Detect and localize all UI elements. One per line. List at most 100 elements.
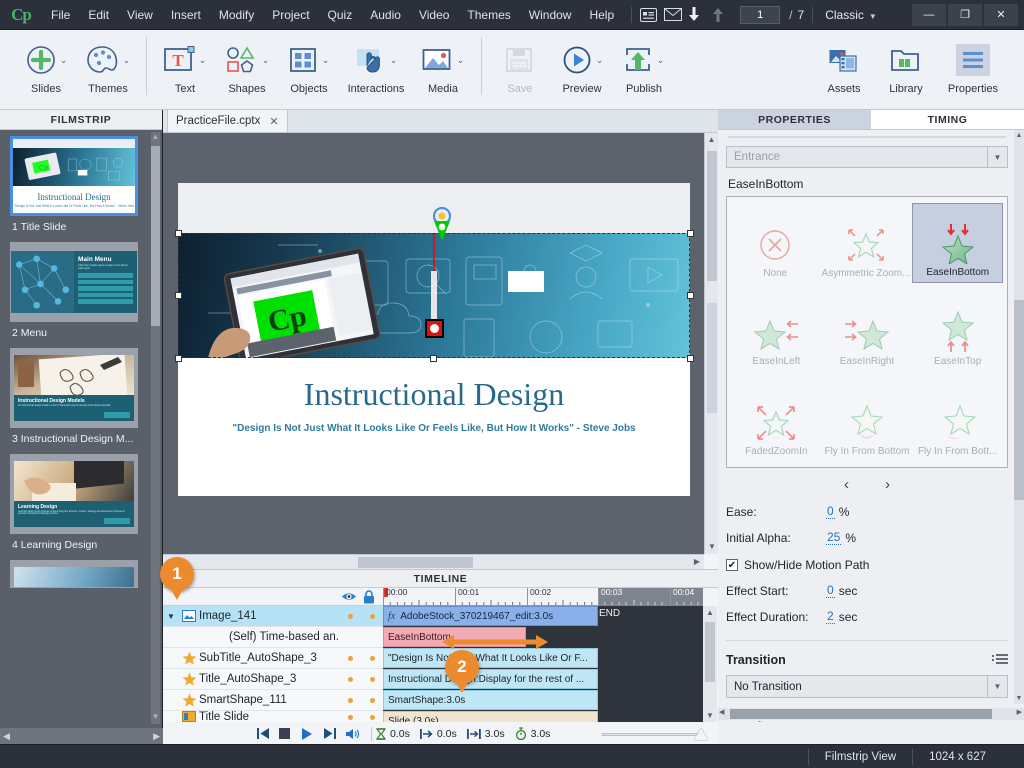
scrollbar-thumb[interactable] [358,557,473,568]
effect-none[interactable]: None [731,203,820,283]
effect-flyinfrombottom2[interactable]: Fly In From Bott... [912,381,1003,461]
stop-icon[interactable] [279,728,301,739]
field-value[interactable]: 0 [826,583,835,598]
close-icon[interactable]: ✕ [269,115,278,128]
menu-file[interactable]: File [42,0,79,30]
scroll-left-icon[interactable]: ◀ [719,708,724,716]
toolbar-preview[interactable]: ⌄ Preview [551,35,613,95]
effect-type-select[interactable]: Entrance ▼ [726,146,1008,168]
timeline-bar[interactable]: fx AdobeStock_370219467_edit:3.0s [383,606,598,626]
menu-insert[interactable]: Insert [162,0,210,30]
menu-themes[interactable]: Themes [458,0,519,30]
chevron-down-icon[interactable]: ⌄ [262,55,270,66]
chevron-down-icon[interactable]: ⌄ [457,55,465,66]
slide-text-block[interactable]: Instructional Design "Design Is Not Just… [178,358,690,496]
close-button[interactable]: ✕ [984,3,1018,26]
visibility-toggle[interactable] [339,673,361,685]
transition-select[interactable]: No Transition ▼ [726,675,1008,698]
selection-handle-tl[interactable] [175,230,182,237]
scroll-down-icon[interactable]: ▼ [705,540,719,554]
play-icon[interactable] [301,727,323,740]
slide-hero-image[interactable]: Cp [178,233,690,358]
toolbar-text[interactable]: T ⌄ Text [154,35,216,95]
menu-project[interactable]: Project [263,0,318,30]
timeline-bar[interactable]: Slide (3.0s) [383,711,598,722]
pager-prev-icon[interactable]: ‹ [844,476,849,493]
chevron-down-icon[interactable]: ⌄ [596,55,604,66]
timeline-tracks[interactable]: END fx AdobeStock_370219467_edit:3.0s Ea… [383,606,703,722]
lock-toggle[interactable] [361,652,383,664]
effect-flyinfrombottom[interactable]: Fly In From Bottom [822,381,913,461]
effect-easeinbottom[interactable]: EaseInBottom [912,203,1003,283]
filmstrip-list[interactable]: Cp Instructional Design "Design Is Not J… [4,130,152,726]
scroll-up-icon[interactable]: ▲ [703,606,717,619]
lock-toggle[interactable] [361,610,383,622]
scrollbar-thumb[interactable] [707,151,717,281]
slide-number-input[interactable]: 1 [740,5,781,24]
filmstrip-slide-1[interactable]: Cp Instructional Design "Design Is Not J… [10,136,138,233]
effect-easeinright[interactable]: EaseInRight [822,291,913,371]
scroll-up-icon[interactable]: ▲ [151,132,160,144]
eye-icon[interactable] [341,590,357,603]
effect-easeinleft[interactable]: EaseInLeft [731,291,822,371]
chevron-down-icon[interactable]: ▼ [987,676,1007,697]
slide-stage[interactable]: Cp Instructional Design "Design Is Not J… [163,133,704,554]
toolbar-shapes[interactable]: ⌄ Shapes [216,35,278,95]
filmstrip-slide-5[interactable] [10,560,138,588]
scrollbar-thumb[interactable] [1014,300,1024,500]
visibility-toggle[interactable] [339,652,361,664]
scroll-right-icon[interactable]: ▶ [1017,708,1022,716]
lock-toggle[interactable] [361,694,383,706]
timeline-bar[interactable]: Instructional Design:Display for the res… [383,669,598,689]
timeline-track-names[interactable]: ▼ Image_141 (Self) Time-based an... SubT… [163,606,383,723]
effect-easeintop[interactable]: EaseInTop [912,291,1003,371]
zoom-slider-knob[interactable] [694,727,708,740]
lock-toggle[interactable] [361,711,383,722]
menu-audio[interactable]: Audio [361,0,410,30]
selection-handle-bl[interactable] [175,355,182,362]
field-value[interactable]: 2 [826,609,835,624]
tab-properties[interactable]: PROPERTIES [718,110,871,130]
last-frame-icon[interactable] [323,728,345,739]
timeline-row-smartshape[interactable]: SmartShape_111 [163,690,383,711]
scroll-right-icon[interactable]: ▶ [153,731,160,742]
scroll-right-icon[interactable]: ▶ [690,555,704,570]
chevron-down-icon[interactable]: ⌄ [60,55,68,66]
selection-handle-tr[interactable] [687,230,694,237]
filmstrip-slide-4[interactable]: Learning Design Learning design is the p… [10,454,138,551]
toolbar-publish[interactable]: ⌄ Publish [613,35,675,95]
first-frame-icon[interactable] [257,728,279,739]
menu-view[interactable]: View [118,0,162,30]
properties-vertical-scrollbar[interactable]: ▲ ▼ [1014,130,1024,704]
lock-toggle[interactable] [361,673,383,685]
toolbar-library[interactable]: Library [875,35,937,95]
upload-arrow-icon[interactable] [712,7,736,22]
effect-fadedzoomin[interactable]: FadedZoomIn [731,381,822,461]
selection-handle-mr[interactable] [687,292,694,299]
document-tab[interactable]: PracticeFile.cptx ✕ [167,109,288,132]
visibility-toggle[interactable] [339,711,361,722]
checkbox-motion-path[interactable]: ✔ [726,559,738,571]
motion-path-start-marker[interactable] [431,207,453,249]
toolbar-objects[interactable]: ⌄ Objects [278,35,340,95]
menu-video[interactable]: Video [410,0,458,30]
scroll-up-icon[interactable]: ▲ [1014,130,1024,141]
toolbar-interactions[interactable]: ⌄ Interactions [340,35,412,95]
toolbar-media[interactable]: ⌄ Media [412,35,474,95]
menu-help[interactable]: Help [580,0,623,30]
selection-handle-ml[interactable] [175,292,182,299]
scrollbar-thumb[interactable] [705,622,715,682]
chevron-down-icon[interactable]: ⌄ [390,55,398,66]
maximize-button[interactable]: ❐ [948,3,982,26]
timeline-row-image141[interactable]: ▼ Image_141 [163,606,383,627]
email-icon[interactable] [664,8,688,21]
stage-horizontal-scrollbar[interactable]: ◀ ▶ [163,554,704,569]
timeline-bar[interactable]: SmartShape:3.0s [383,690,598,710]
chevron-down-icon[interactable]: ⌄ [322,55,330,66]
chevron-down-icon[interactable]: ⌄ [199,55,207,66]
lock-icon[interactable] [363,590,375,604]
properties-horizontal-scrollbar[interactable]: ◀ ▶ [718,708,1024,720]
selection-handle-bm[interactable] [430,355,437,362]
chevron-down-icon[interactable]: ⌄ [657,55,665,66]
timeline-ruler[interactable]: 00:00 00:01 00:02 00:03 00:04 [383,588,703,606]
